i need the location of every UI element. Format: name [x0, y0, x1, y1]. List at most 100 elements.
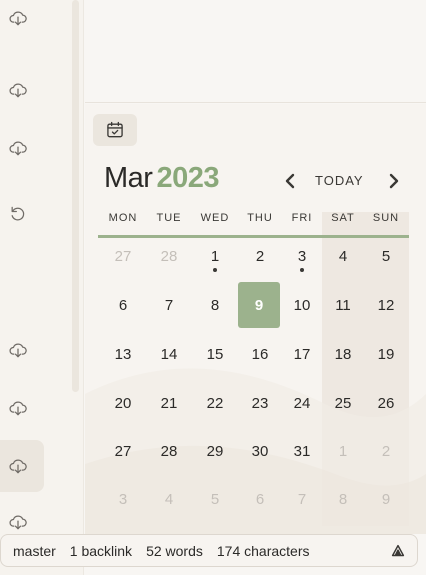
- calendar-day[interactable]: 17: [282, 332, 322, 376]
- weekday-fri: FRI: [291, 212, 313, 224]
- calendar-day[interactable]: 20: [103, 381, 143, 425]
- calendar-day[interactable]: 7: [282, 477, 322, 521]
- calendar-day-number: 1: [338, 442, 348, 460]
- today-button[interactable]: TODAY: [315, 173, 364, 188]
- calendar-day[interactable]: 1: [323, 429, 363, 473]
- calendar-day[interactable]: 5: [195, 477, 235, 521]
- calendar-day[interactable]: 2: [240, 234, 280, 278]
- calendar-day[interactable]: 24: [282, 381, 322, 425]
- calendar-day-number: 17: [293, 345, 311, 363]
- calendar-day-number: 11: [335, 296, 351, 314]
- calendar-day[interactable]: 16: [240, 332, 280, 376]
- undo-icon[interactable]: [4, 200, 32, 228]
- calendar-day[interactable]: 26: [366, 381, 406, 425]
- calendar-day[interactable]: 28: [149, 429, 189, 473]
- calendar-day-number: 14: [160, 345, 178, 363]
- calendar-day[interactable]: 25: [323, 381, 363, 425]
- calendar-day-number: 28: [160, 442, 178, 460]
- calendar-day[interactable]: 12: [366, 283, 406, 327]
- sync-icon[interactable]: [389, 542, 407, 560]
- calendar-day-number: 16: [251, 345, 269, 363]
- calendar-day[interactable]: 8: [323, 477, 363, 521]
- weekday-tue: TUE: [156, 212, 182, 224]
- cloud-download-icon[interactable]: [4, 508, 32, 536]
- calendar-day[interactable]: 3: [282, 234, 322, 278]
- calendar-day[interactable]: 11: [323, 283, 363, 327]
- calendar-day[interactable]: 4: [149, 477, 189, 521]
- calendar-day-number: 6: [255, 490, 265, 508]
- rail-scrollbar[interactable]: [72, 0, 79, 392]
- previous-month-button[interactable]: [281, 170, 299, 192]
- calendar-day[interactable]: 30: [240, 429, 280, 473]
- calendar-day[interactable]: 18: [323, 332, 363, 376]
- calendar-day-number: 30: [251, 442, 269, 460]
- calendar-day-number: 26: [377, 394, 395, 412]
- calendar-day[interactable]: 22: [195, 381, 235, 425]
- calendar-day[interactable]: 2: [366, 429, 406, 473]
- calendar-day-number: 4: [164, 490, 174, 508]
- calendar-day[interactable]: 31: [282, 429, 322, 473]
- month-year-title: Mar 2023: [104, 162, 219, 195]
- status-bar: master 1 backlink 52 words 174 character…: [0, 534, 418, 567]
- calendar-day-number: 3: [297, 247, 307, 265]
- calendar-day[interactable]: 27: [103, 429, 143, 473]
- calendar-day[interactable]: 8: [195, 283, 235, 327]
- calendar-day[interactable]: 14: [149, 332, 189, 376]
- weekday-thu: THU: [247, 212, 273, 224]
- calendar-day[interactable]: 9: [366, 477, 406, 521]
- calendar-day[interactable]: 6: [240, 477, 280, 521]
- calendar-check-icon: [107, 121, 123, 138]
- calendar-day[interactable]: 15: [195, 332, 235, 376]
- calendar-day-number: 4: [338, 247, 348, 265]
- status-branch[interactable]: master: [13, 543, 56, 559]
- calendar-day[interactable]: 5: [366, 234, 406, 278]
- calendar-day-number: 7: [164, 296, 174, 314]
- weekday-wed: WED: [200, 212, 230, 224]
- calendar-day-number: 1: [210, 247, 220, 265]
- calendar-day-number: 23: [251, 394, 269, 412]
- note-indicator-dot: [300, 268, 304, 272]
- calendar-day-number: 15: [206, 345, 224, 363]
- calendar-day-number: 7: [297, 490, 307, 508]
- cloud-download-icon[interactable]: [4, 76, 32, 104]
- calendar-day[interactable]: 13: [103, 332, 143, 376]
- calendar-day-number: 31: [293, 442, 311, 460]
- cloud-download-icon[interactable]: [4, 452, 32, 480]
- cloud-download-icon[interactable]: [4, 394, 32, 422]
- calendar-day[interactable]: 1: [195, 234, 235, 278]
- calendar-day[interactable]: 7: [149, 283, 189, 327]
- calendar-day-number: 2: [381, 442, 391, 460]
- calendar-day[interactable]: 3: [103, 477, 143, 521]
- weekday-mon: MON: [108, 212, 138, 224]
- calendar-day-number: 24: [293, 394, 311, 412]
- calendar-day-number: 8: [210, 296, 220, 314]
- chevron-left-icon: [285, 173, 295, 189]
- calendar-day-number: 3: [118, 490, 128, 508]
- calendar-button[interactable]: [93, 114, 137, 146]
- calendar-day-number: 27: [114, 247, 132, 265]
- year-label: 2023: [156, 162, 219, 194]
- calendar-day-today[interactable]: 9: [238, 282, 280, 328]
- calendar-pane: Mar 2023 TODAY MON TUE WED THU FRI SAT SUN 27 28…: [85, 104, 426, 534]
- calendar-day-number: 28: [160, 247, 178, 265]
- weekday-sun: SUN: [372, 212, 400, 224]
- calendar-day[interactable]: 28: [149, 234, 189, 278]
- weekday-sat: SAT: [331, 212, 355, 224]
- calendar-day[interactable]: 21: [149, 381, 189, 425]
- calendar-day[interactable]: 27: [103, 234, 143, 278]
- cloud-download-icon[interactable]: [4, 336, 32, 364]
- calendar-day-number: 5: [210, 490, 220, 508]
- calendar-day[interactable]: 6: [103, 283, 143, 327]
- cloud-download-icon[interactable]: [4, 4, 32, 32]
- status-backlinks[interactable]: 1 backlink: [70, 543, 132, 559]
- calendar-day-number: 8: [338, 490, 348, 508]
- cloud-download-icon[interactable]: [4, 134, 32, 162]
- calendar-day[interactable]: 10: [282, 283, 322, 327]
- calendar-day[interactable]: 4: [323, 234, 363, 278]
- calendar-day[interactable]: 19: [366, 332, 406, 376]
- month-label: Mar: [104, 162, 153, 194]
- next-month-button[interactable]: [385, 170, 403, 192]
- calendar-day[interactable]: 29: [195, 429, 235, 473]
- left-icon-rail: [0, 0, 84, 575]
- calendar-day[interactable]: 23: [240, 381, 280, 425]
